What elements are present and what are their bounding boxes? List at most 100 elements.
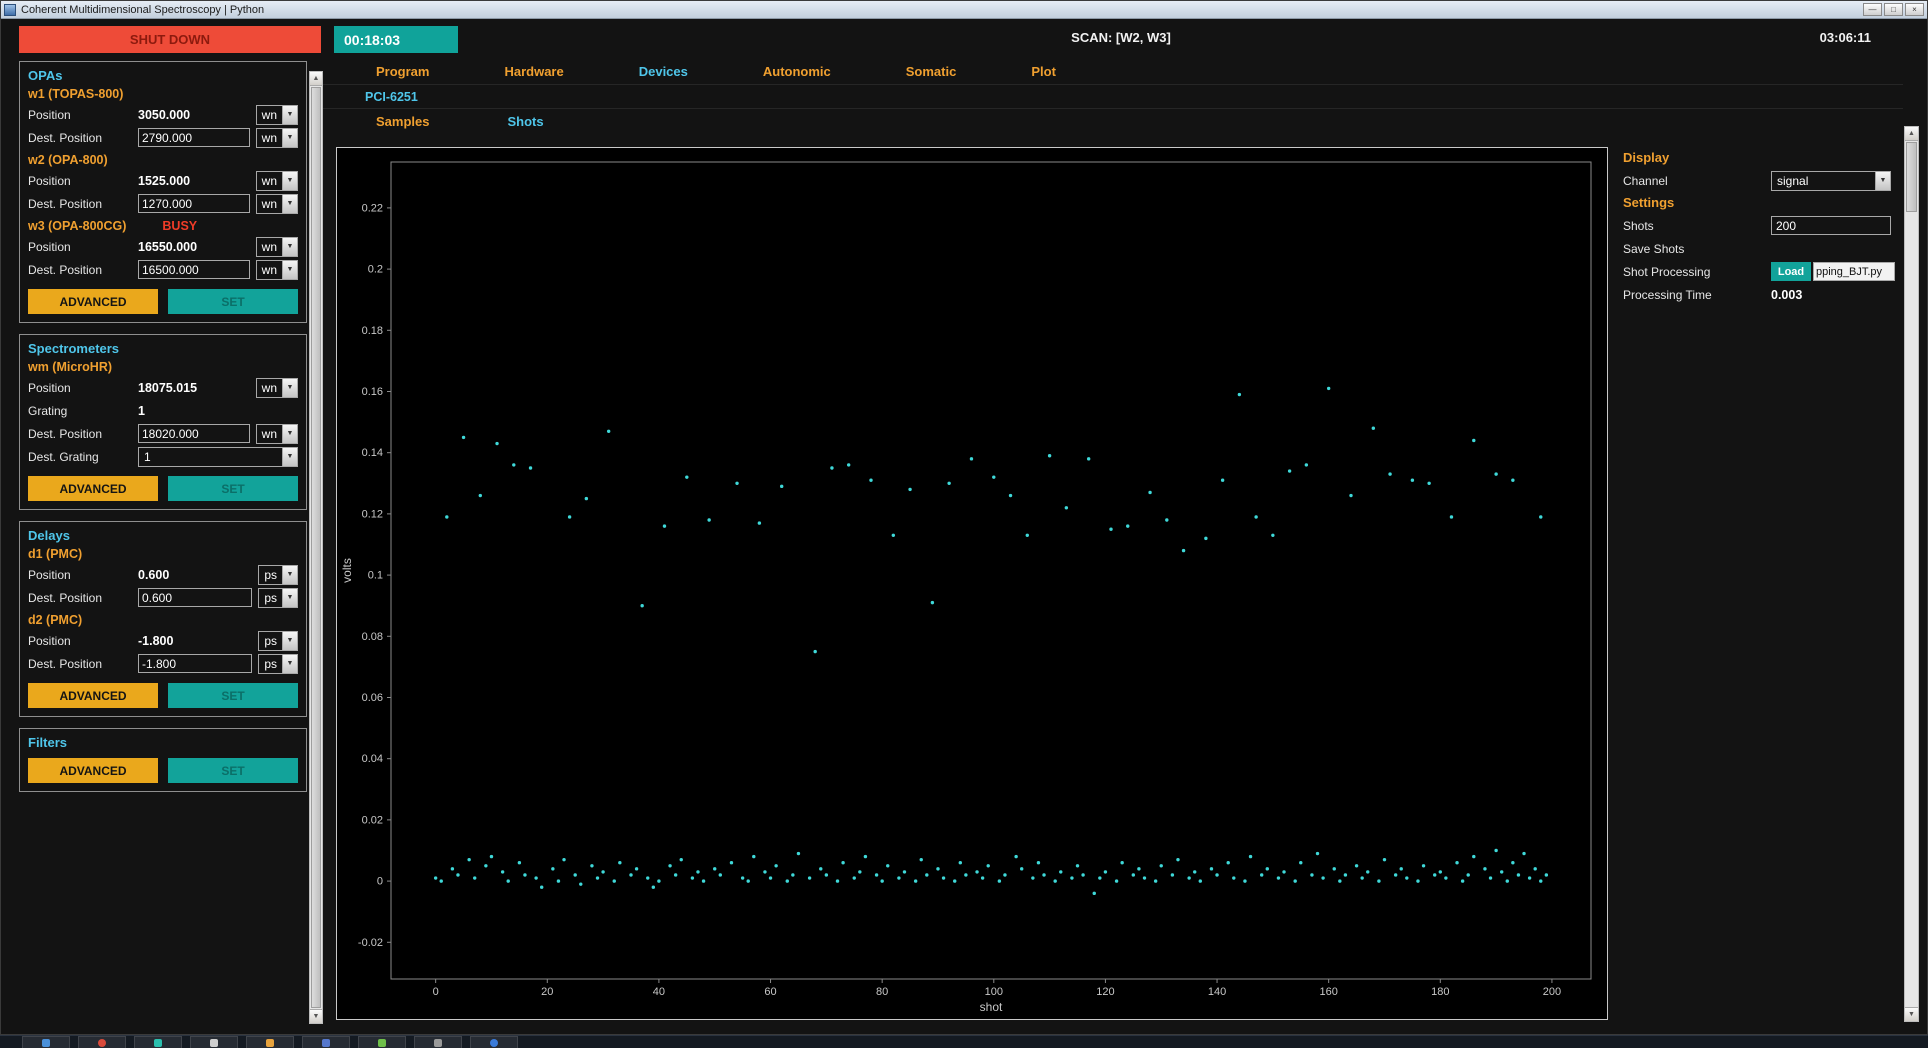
d1-position-units-combobox[interactable]: ps ▼ xyxy=(258,564,298,585)
filters-title: Filters xyxy=(28,735,68,750)
load-button[interactable]: Load xyxy=(1771,262,1811,281)
wm-position-value: 18075.015 xyxy=(138,380,198,395)
tab-pci-6251[interactable]: PCI-6251 xyxy=(365,90,418,104)
combo-value: ps xyxy=(264,633,277,648)
shots-input[interactable] xyxy=(1771,216,1891,235)
chevron-down-icon[interactable]: ▼ xyxy=(282,194,297,213)
close-button[interactable]: × xyxy=(1905,3,1924,16)
opas-advanced-button[interactable]: ADVANCED xyxy=(28,289,158,314)
minimize-button[interactable]: — xyxy=(1863,3,1882,16)
tab-samples[interactable]: Samples xyxy=(376,114,429,129)
app-icon xyxy=(42,1038,50,1047)
tab-autonomic[interactable]: Autonomic xyxy=(763,64,831,79)
scroll-down-icon[interactable]: ▼ xyxy=(310,1009,322,1023)
titlebar[interactable]: Coherent Multidimensional Spectroscopy |… xyxy=(1,1,1927,19)
delays-title: Delays xyxy=(28,528,70,543)
chevron-down-icon[interactable]: ▼ xyxy=(282,105,297,124)
channel-label: Channel xyxy=(1623,173,1668,188)
w3-label: w3 (OPA-800CG) xyxy=(28,219,127,233)
taskbar-button[interactable] xyxy=(78,1036,126,1048)
maximize-button[interactable]: □ xyxy=(1884,3,1903,16)
scrollbar-thumb[interactable] xyxy=(311,87,321,1008)
taskbar-button[interactable] xyxy=(470,1036,518,1048)
taskbar-button[interactable] xyxy=(246,1036,294,1048)
spectrometers-advanced-button[interactable]: ADVANCED xyxy=(28,476,158,501)
scroll-up-icon[interactable]: ▲ xyxy=(310,72,322,86)
filters-advanced-button[interactable]: ADVANCED xyxy=(28,758,158,783)
channel-combobox[interactable]: signal ▼ xyxy=(1771,170,1891,191)
wm-dest-input[interactable] xyxy=(138,424,250,443)
chevron-down-icon[interactable]: ▼ xyxy=(1875,171,1890,190)
d2-dest-units-combobox[interactable]: ps ▼ xyxy=(258,653,298,674)
taskbar-button[interactable] xyxy=(302,1036,350,1048)
chevron-down-icon[interactable]: ▼ xyxy=(282,631,297,650)
windows-taskbar[interactable] xyxy=(0,1035,1928,1048)
w1-dest-units-combobox[interactable]: wn ▼ xyxy=(255,127,298,148)
chevron-down-icon[interactable]: ▼ xyxy=(282,654,297,673)
tab-somatic[interactable]: Somatic xyxy=(906,64,957,79)
tab-devices[interactable]: Devices xyxy=(639,64,688,79)
chevron-down-icon[interactable]: ▼ xyxy=(282,424,297,443)
d2-dest-input[interactable] xyxy=(138,654,253,673)
svg-text:20: 20 xyxy=(541,986,553,998)
taskbar-button[interactable] xyxy=(414,1036,462,1048)
wm-position-units-combobox[interactable]: wn ▼ xyxy=(255,377,298,398)
chevron-down-icon[interactable]: ▼ xyxy=(282,378,297,397)
taskbar-button[interactable] xyxy=(22,1036,70,1048)
w2-dest-units-combobox[interactable]: wn ▼ xyxy=(255,193,298,214)
chevron-down-icon[interactable]: ▼ xyxy=(282,588,297,607)
d2-position-units-combobox[interactable]: ps ▼ xyxy=(258,630,298,651)
main-scrollbar[interactable]: ▲ ▼ xyxy=(1904,126,1919,1022)
filters-set-button[interactable]: SET xyxy=(168,758,298,783)
d1-dest-input[interactable] xyxy=(138,588,253,607)
w3-position-units-combobox[interactable]: wn ▼ xyxy=(255,236,298,257)
main-tabs: Program Hardware Devices Autonomic Somat… xyxy=(323,59,1903,85)
caption-buttons: — □ × xyxy=(1863,3,1924,16)
taskbar-button[interactable] xyxy=(190,1036,238,1048)
scrollbar-thumb[interactable] xyxy=(1906,142,1917,212)
wm-dest-units-combobox[interactable]: wn ▼ xyxy=(255,423,298,444)
delays-set-button[interactable]: SET xyxy=(168,683,298,708)
chevron-down-icon[interactable]: ▼ xyxy=(282,128,297,147)
w2-position-units-combobox[interactable]: wn ▼ xyxy=(255,170,298,191)
chevron-down-icon[interactable]: ▼ xyxy=(282,237,297,256)
combo-value: wn xyxy=(261,426,277,441)
tab-plot[interactable]: Plot xyxy=(1031,64,1056,79)
wm-dest-grating-combobox[interactable]: 1 ▼ xyxy=(138,446,298,467)
hardware-sidebar: OPAs w1 (TOPAS-800) Position 3050.000 wn… xyxy=(19,61,307,1024)
d2-label: d2 (PMC) xyxy=(28,613,83,627)
w3-dest-units-combobox[interactable]: wn ▼ xyxy=(255,259,298,280)
spectrometers-set-button[interactable]: SET xyxy=(168,476,298,501)
shots-plot[interactable]: -0.02 0 0.02 0.04 0.06 0.08 0.1 0.12 0.14 0.16 0.1… xyxy=(336,147,1608,1020)
taskbar-button[interactable] xyxy=(134,1036,182,1048)
w3-dest-input[interactable] xyxy=(138,260,250,279)
chevron-down-icon[interactable]: ▼ xyxy=(282,447,297,466)
chevron-down-icon[interactable]: ▼ xyxy=(282,260,297,279)
tab-program[interactable]: Program xyxy=(376,64,429,79)
chevron-down-icon[interactable]: ▼ xyxy=(282,171,297,190)
w1-position-units-combobox[interactable]: wn ▼ xyxy=(255,104,298,125)
opas-set-button[interactable]: SET xyxy=(168,289,298,314)
scroll-up-icon[interactable]: ▲ xyxy=(1905,127,1918,141)
scroll-down-icon[interactable]: ▼ xyxy=(1905,1007,1918,1021)
wm-grating-value: 1 xyxy=(138,403,145,418)
processing-file-field[interactable] xyxy=(1813,262,1895,281)
w3-name: w3 (OPA-800CG) BUSY xyxy=(28,219,298,233)
tab-hardware[interactable]: Hardware xyxy=(504,64,563,79)
dest-grating-label: Dest. Grating xyxy=(28,449,99,464)
d1-dest-row: Dest. Position ps ▼ xyxy=(28,586,298,609)
chevron-down-icon[interactable]: ▼ xyxy=(282,565,297,584)
sidebar-scrollbar[interactable]: ▲ ▼ xyxy=(309,71,323,1024)
tab-shots[interactable]: Shots xyxy=(507,114,543,129)
processing-time-label: Processing Time xyxy=(1623,287,1712,302)
svg-text:volts: volts xyxy=(340,558,354,583)
svg-text:0.22: 0.22 xyxy=(362,202,383,214)
shots-row: Shots xyxy=(1623,214,1895,237)
shutdown-button[interactable]: SHUT DOWN xyxy=(19,26,321,53)
taskbar-button[interactable] xyxy=(358,1036,406,1048)
w2-dest-input[interactable] xyxy=(138,194,250,213)
w1-dest-input[interactable] xyxy=(138,128,250,147)
wm-dest-grating-row: Dest. Grating 1 ▼ xyxy=(28,445,298,468)
delays-advanced-button[interactable]: ADVANCED xyxy=(28,683,158,708)
d1-dest-units-combobox[interactable]: ps ▼ xyxy=(258,587,298,608)
